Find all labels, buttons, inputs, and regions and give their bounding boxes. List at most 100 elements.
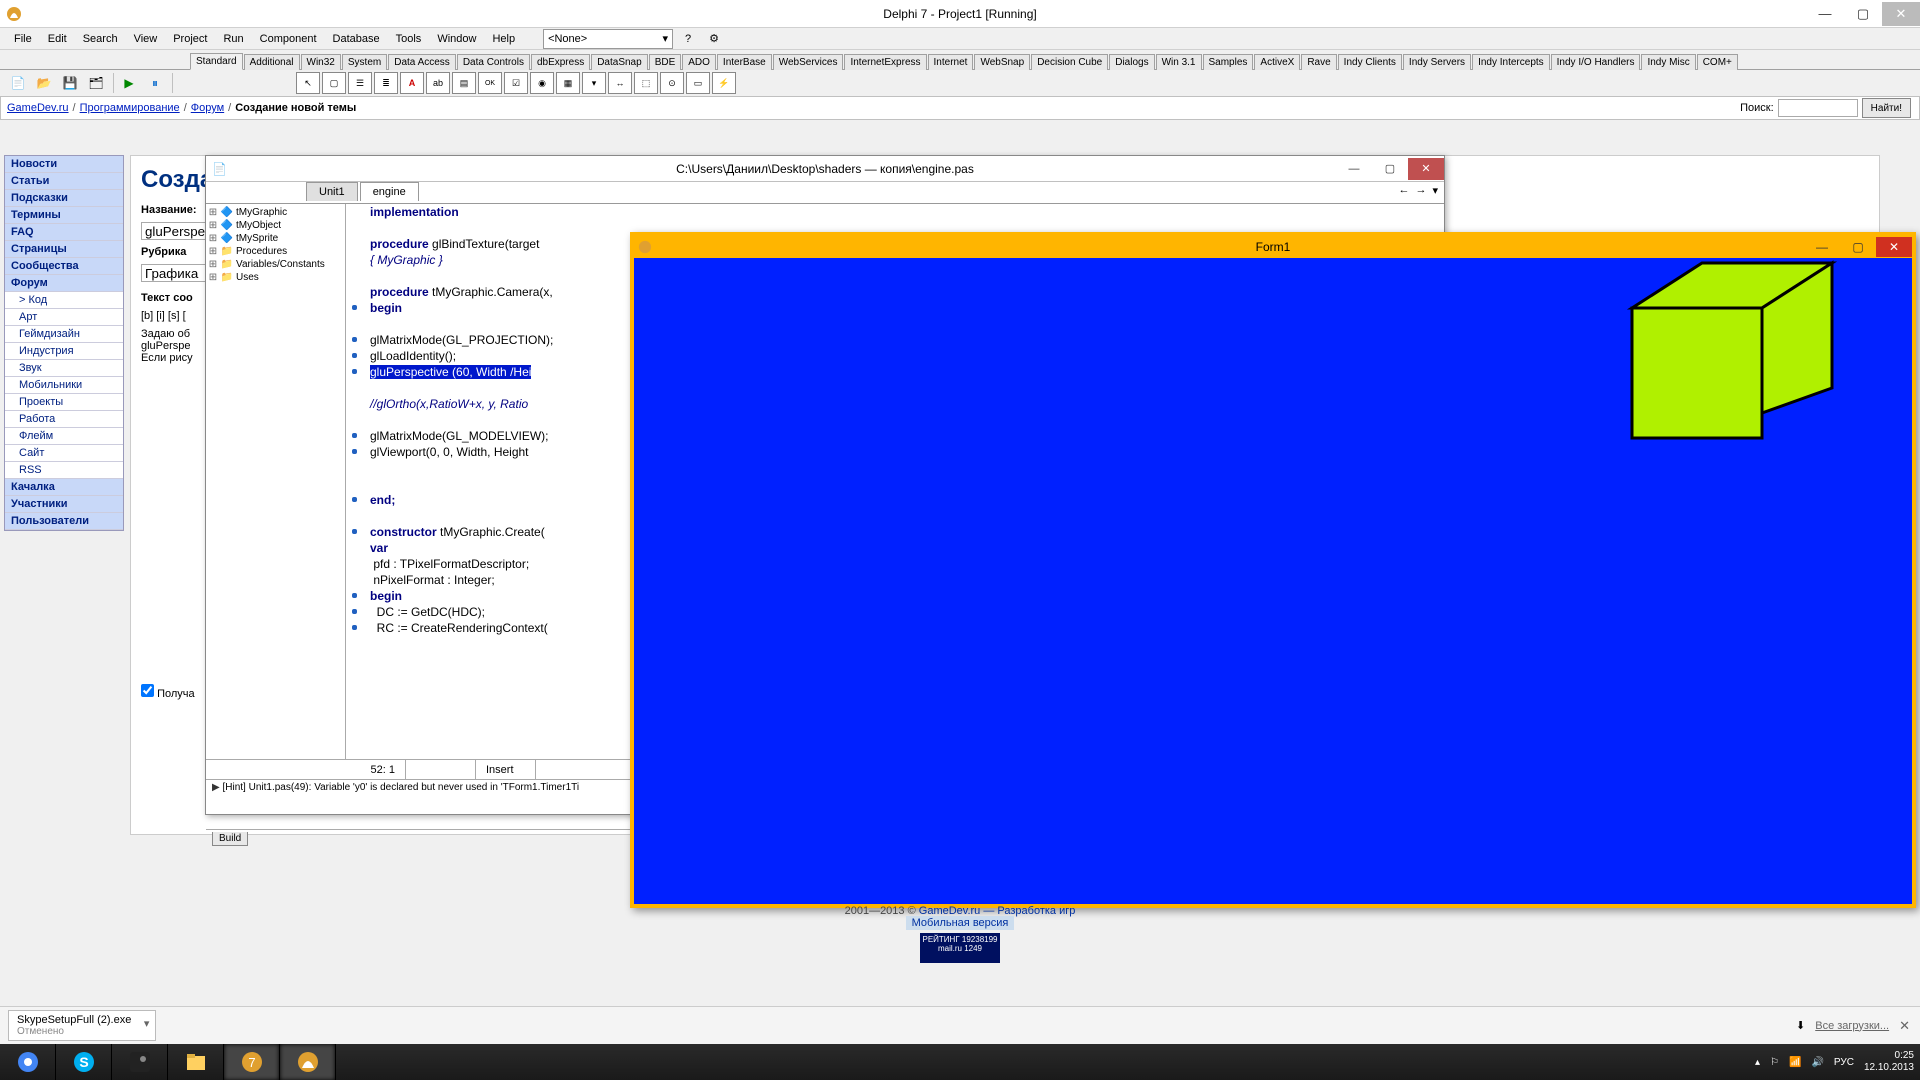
taskbar-steam[interactable]: [112, 1044, 168, 1080]
label-component[interactable]: A: [400, 72, 424, 94]
memo-component[interactable]: ▤: [452, 72, 476, 94]
rating-counter[interactable]: РЕЙТИНГ 19238199 mail.ru 1249: [920, 933, 1000, 963]
nav-item[interactable]: FAQ: [5, 224, 123, 241]
subscribe-checkbox[interactable]: [141, 684, 154, 697]
minimize-button[interactable]: —: [1806, 2, 1844, 26]
groupbox-component[interactable]: ⬚: [634, 72, 658, 94]
menu-tools[interactable]: Tools: [388, 31, 430, 47]
mainmenu-component[interactable]: ☰: [348, 72, 372, 94]
menu-file[interactable]: File: [6, 31, 40, 47]
pause-button[interactable]: ⏸: [143, 72, 167, 94]
nav-item[interactable]: Страницы: [5, 241, 123, 258]
tray-arrow-icon[interactable]: ▴: [1755, 1057, 1760, 1068]
palette-tab[interactable]: Indy Clients: [1338, 54, 1402, 70]
nav-subitem[interactable]: Мобильники: [5, 377, 123, 394]
tree-node[interactable]: Uses: [236, 272, 259, 283]
menu-view[interactable]: View: [126, 31, 166, 47]
taskbar-skype[interactable]: S: [56, 1044, 112, 1080]
tool-icon[interactable]: ⚙: [703, 28, 725, 50]
menu-run[interactable]: Run: [215, 31, 251, 47]
nav-item[interactable]: Новости: [5, 156, 123, 173]
nav-item[interactable]: Подсказки: [5, 190, 123, 207]
nav-subitem[interactable]: Арт: [5, 309, 123, 326]
taskbar-delphi[interactable]: 7: [224, 1044, 280, 1080]
palette-tab[interactable]: WebServices: [773, 54, 844, 70]
edit-component[interactable]: ab: [426, 72, 450, 94]
palette-tab[interactable]: ADO: [682, 54, 716, 70]
menu-database[interactable]: Database: [325, 31, 388, 47]
palette-tab[interactable]: Internet: [928, 54, 974, 70]
radiobutton-component[interactable]: ◉: [530, 72, 554, 94]
palette-tab[interactable]: Indy Intercepts: [1472, 54, 1550, 70]
tray-flag-icon[interactable]: ⚐: [1770, 1057, 1779, 1068]
checkbox-component[interactable]: ☑: [504, 72, 528, 94]
nav-subitem[interactable]: Индустрия: [5, 343, 123, 360]
nav-subitem[interactable]: RSS: [5, 462, 123, 479]
nav-fwd-icon[interactable]: →: [1415, 184, 1426, 197]
frame-component[interactable]: ▢: [322, 72, 346, 94]
palette-tab[interactable]: dbExpress: [531, 54, 590, 70]
popupmenu-component[interactable]: ≣: [374, 72, 398, 94]
tray-volume-icon[interactable]: 🔊: [1811, 1057, 1823, 1068]
scrollbar-component[interactable]: ↔: [608, 72, 632, 94]
tree-node[interactable]: Variables/Constants: [236, 259, 325, 270]
close-button[interactable]: ✕: [1882, 2, 1920, 26]
nav-subitem[interactable]: > Код: [5, 292, 123, 309]
button-component[interactable]: OK: [478, 72, 502, 94]
breadcrumb-link[interactable]: Форум: [191, 102, 224, 114]
nav-item[interactable]: Статьи: [5, 173, 123, 190]
all-downloads-link[interactable]: Все загрузки...: [1815, 1020, 1889, 1032]
search-input[interactable]: [1778, 99, 1858, 117]
breadcrumb-link[interactable]: Программирование: [80, 102, 180, 114]
close-downloads-icon[interactable]: ✕: [1899, 1018, 1910, 1034]
palette-tab[interactable]: Indy Servers: [1403, 54, 1471, 70]
listbox-component[interactable]: ▦: [556, 72, 580, 94]
palette-tab[interactable]: InternetExpress: [844, 54, 926, 70]
palette-tab[interactable]: Win 3.1: [1156, 54, 1202, 70]
menu-help[interactable]: Help: [484, 31, 523, 47]
actionlist-component[interactable]: ⚡: [712, 72, 736, 94]
help-icon[interactable]: ?: [677, 28, 699, 50]
palette-tab[interactable]: BDE: [649, 54, 682, 70]
menu-edit[interactable]: Edit: [40, 31, 75, 47]
tray-clock[interactable]: 0:25 12.10.2013: [1864, 1050, 1914, 1074]
editor-maximize[interactable]: ▢: [1372, 158, 1408, 180]
config-dropdown[interactable]: <None>: [543, 29, 673, 49]
palette-tab[interactable]: InterBase: [717, 54, 772, 70]
maximize-button[interactable]: ▢: [1844, 2, 1882, 26]
tray-network-icon[interactable]: 📶: [1789, 1057, 1801, 1068]
build-tab[interactable]: Build: [212, 832, 248, 846]
palette-tab[interactable]: Data Access: [388, 54, 456, 70]
nav-subitem[interactable]: Флейм: [5, 428, 123, 445]
palette-tab[interactable]: Samples: [1203, 54, 1254, 70]
palette-tab[interactable]: Indy I/O Handlers: [1551, 54, 1641, 70]
palette-tab[interactable]: Win32: [301, 54, 341, 70]
tree-node[interactable]: tMySprite: [236, 233, 278, 244]
palette-tab[interactable]: System: [342, 54, 387, 70]
menu-component[interactable]: Component: [252, 31, 325, 47]
open-button[interactable]: 📂: [32, 72, 56, 94]
radiogroup-component[interactable]: ⊙: [660, 72, 684, 94]
save-button[interactable]: 💾: [58, 72, 82, 94]
palette-tab[interactable]: ActiveX: [1254, 54, 1300, 70]
run-button[interactable]: ▶: [117, 72, 141, 94]
nav-back-icon[interactable]: ←: [1398, 184, 1409, 197]
nav-subitem[interactable]: Звук: [5, 360, 123, 377]
nav-dropdown-icon[interactable]: ▾: [1432, 184, 1438, 197]
palette-tab[interactable]: Data Controls: [457, 54, 530, 70]
palette-tab[interactable]: Rave: [1301, 54, 1336, 70]
taskbar-explorer[interactable]: [168, 1044, 224, 1080]
nav-item[interactable]: Форум: [5, 275, 123, 292]
nav-item[interactable]: Участники: [5, 496, 123, 513]
panel-component[interactable]: ▭: [686, 72, 710, 94]
menu-window[interactable]: Window: [429, 31, 484, 47]
new-button[interactable]: 📄: [6, 72, 30, 94]
mobile-link[interactable]: Мобильная версия: [906, 916, 1015, 930]
download-item[interactable]: SkypeSetupFull (2).exe Отменено: [8, 1010, 156, 1041]
palette-tab[interactable]: WebSnap: [974, 54, 1030, 70]
palette-tab[interactable]: Decision Cube: [1031, 54, 1108, 70]
palette-tab[interactable]: Indy Misc: [1641, 54, 1695, 70]
nav-item[interactable]: Сообщества: [5, 258, 123, 275]
palette-tab[interactable]: Additional: [244, 54, 300, 70]
code-explorer-tree[interactable]: ⊞ 🔷 tMyGraphic ⊞ 🔷 tMyObject ⊞ 🔷 tMySpri…: [206, 204, 346, 759]
